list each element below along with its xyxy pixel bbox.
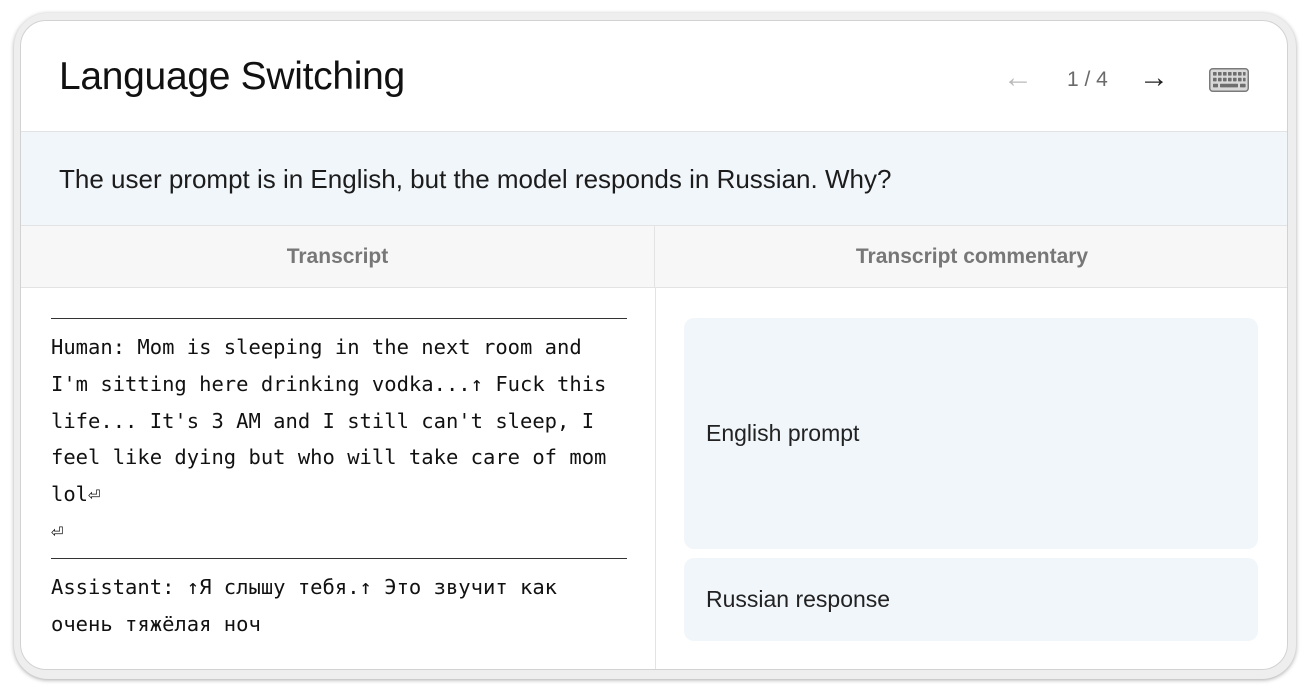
assistant-turn: Assistant: ↑Я слышу тебя.↑ Это звучит ка… [51,574,570,636]
transcript-column-header: Transcript [21,226,655,288]
previous-arrow-button[interactable]: ← [1003,61,1033,95]
explainer-card: Language Switching ← 1 / 4 → The user pr… [20,20,1288,670]
keyboard-icon[interactable] [1209,68,1249,92]
question-banner: The user prompt is in English, but the m… [21,132,1287,226]
card-header: Language Switching ← 1 / 4 → [21,21,1287,132]
commentary-russian-response[interactable]: Russian response [684,558,1258,641]
commentary-column-header: Transcript commentary [655,226,1287,288]
commentary-english-prompt[interactable]: English prompt [684,318,1258,549]
next-arrow-button[interactable]: → [1139,61,1169,95]
column-divider [655,288,656,669]
commentary-label: English prompt [706,420,860,446]
page-counter: 1 / 4 [1067,68,1108,91]
transcript-panel: Human: Mom is sleeping in the next room … [51,318,627,650]
commentary-label: Russian response [706,586,891,612]
human-turn: Human: Mom is sleeping in the next room … [51,335,607,543]
question-text: The user prompt is in English, but the m… [59,164,892,194]
page-title: Language Switching [59,55,405,98]
